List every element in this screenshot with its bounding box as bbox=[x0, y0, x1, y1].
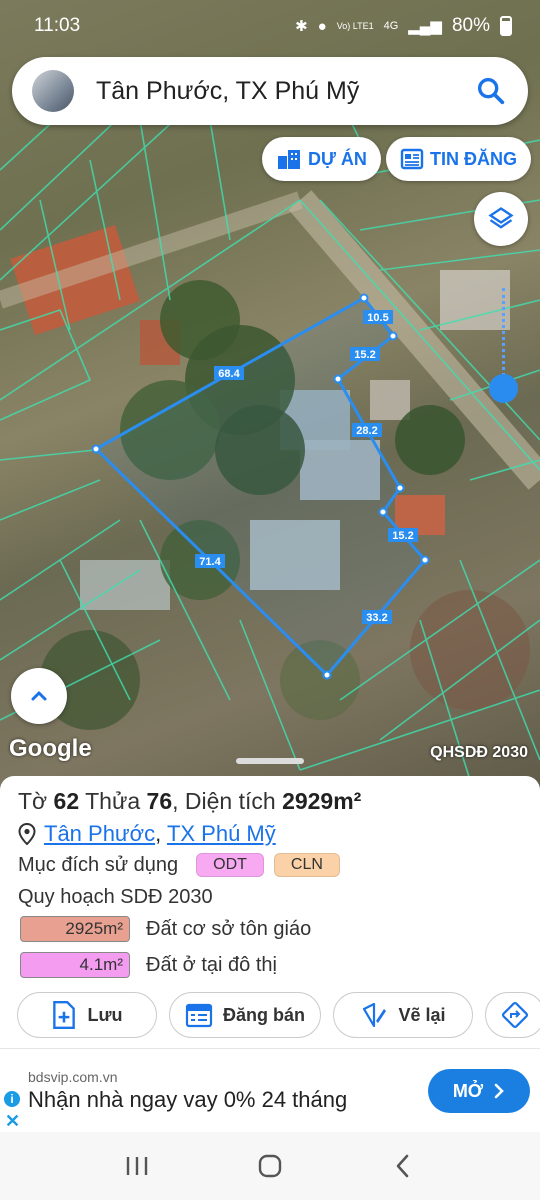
battery-icon bbox=[500, 16, 512, 36]
buildings-icon bbox=[278, 150, 300, 169]
layers-button[interactable] bbox=[474, 192, 528, 246]
save-label: Lưu bbox=[87, 1004, 123, 1025]
plan-area-row: 2925m² Đất cơ sở tôn giáo bbox=[20, 916, 311, 942]
layers-icon bbox=[488, 207, 514, 229]
save-button[interactable]: Lưu bbox=[17, 992, 157, 1038]
parcel-summary: Tờ 62 Thửa 76, Diện tích 2929m² bbox=[18, 788, 362, 814]
plan-area-row: 4.1m² Đất ở tại đô thị bbox=[20, 952, 277, 978]
volte-icon: Vo) LTE1 bbox=[336, 21, 374, 31]
edge-label: 33.2 bbox=[366, 612, 387, 624]
parcel-info-sheet: Tờ 62 Thửa 76, Diện tích 2929m² Tân Phướ… bbox=[0, 758, 540, 1048]
plan-area-desc: Đất ở tại đô thị bbox=[146, 953, 277, 976]
battery-percent: 80% bbox=[451, 15, 490, 36]
directions-button[interactable] bbox=[485, 992, 540, 1038]
redraw-label: Vẽ lại bbox=[398, 1004, 446, 1025]
projects-button[interactable]: DỰ ÁN bbox=[262, 137, 381, 181]
edge-label: 28.2 bbox=[356, 425, 377, 437]
town-link[interactable]: TX Phú Mỹ bbox=[167, 821, 276, 846]
search-icon[interactable] bbox=[474, 74, 508, 108]
draw-shape-icon bbox=[363, 1002, 387, 1028]
parcel-number: 76 bbox=[146, 788, 173, 814]
parcel-location: Tân Phước, TX Phú Mỹ bbox=[18, 821, 276, 847]
ad-open-label: MỞ bbox=[452, 1080, 484, 1101]
ad-info-icon[interactable]: i bbox=[4, 1091, 20, 1107]
sheet-number: 62 bbox=[53, 788, 80, 814]
expand-up-button[interactable] bbox=[11, 668, 67, 724]
ad-source: bdsvip.com.vn bbox=[28, 1069, 118, 1085]
edge-label: 15.2 bbox=[392, 530, 413, 542]
network-type-icon: 4G bbox=[383, 20, 399, 32]
action-bar: Lưu Đăng bán Vẽ lại bbox=[17, 992, 540, 1038]
projects-label: DỰ ÁN bbox=[308, 148, 367, 169]
chevron-up-icon bbox=[31, 691, 47, 701]
add-document-icon bbox=[53, 1000, 76, 1030]
back-icon bbox=[397, 1154, 409, 1178]
location-separator: , bbox=[155, 821, 162, 846]
edge-label: 68.4 bbox=[218, 368, 240, 380]
search-bar[interactable]: Tân Phước, TX Phú Mỹ bbox=[12, 57, 528, 125]
planning-layer-label: QHSDĐ 2030 bbox=[430, 744, 528, 761]
recent-apps-button[interactable] bbox=[117, 1146, 157, 1186]
listings-label: TIN ĐĂNG bbox=[430, 148, 517, 169]
location-thumbnail[interactable] bbox=[32, 70, 74, 112]
edge-label: 71.4 bbox=[199, 556, 221, 568]
sheet-label: Tờ bbox=[18, 788, 48, 814]
ad-headline[interactable]: Nhận nhà ngay vay 0% 24 tháng bbox=[28, 1087, 347, 1113]
system-nav-bar bbox=[0, 1132, 540, 1200]
land-use-tag[interactable]: ODT bbox=[196, 853, 264, 877]
edge-label: 10.5 bbox=[367, 312, 388, 324]
ad-open-button[interactable]: MỞ bbox=[428, 1069, 530, 1113]
edge-label: 15.2 bbox=[354, 349, 375, 361]
redraw-button[interactable]: Vẽ lại bbox=[333, 992, 473, 1038]
opacity-slider-handle[interactable] bbox=[489, 374, 518, 403]
bluetooth-icon: ✱ bbox=[295, 18, 308, 35]
sheet-drag-handle[interactable] bbox=[236, 758, 304, 764]
land-use-row: Mục đích sử dụng ODT CLN bbox=[18, 853, 340, 877]
location-icon: ● bbox=[317, 17, 327, 35]
search-title[interactable]: Tân Phước, TX Phú Mỹ bbox=[96, 77, 474, 106]
parcel-label: Thửa bbox=[85, 788, 141, 814]
plan-area-desc: Đất cơ sở tôn giáo bbox=[146, 917, 312, 940]
listings-button[interactable]: TIN ĐĂNG bbox=[386, 137, 531, 181]
google-logo: Google bbox=[9, 735, 92, 762]
area-label: Diện tích bbox=[184, 788, 276, 814]
ad-close-icon[interactable]: ✕ bbox=[5, 1111, 20, 1132]
back-button[interactable] bbox=[383, 1146, 423, 1186]
home-icon bbox=[258, 1154, 282, 1178]
ward-link[interactable]: Tân Phước bbox=[44, 821, 155, 846]
land-use-label: Mục đích sử dụng bbox=[18, 853, 179, 876]
newspaper-icon bbox=[400, 148, 424, 170]
land-use-tag[interactable]: CLN bbox=[273, 853, 340, 877]
plan-area-value: 2925m² bbox=[20, 916, 130, 942]
post-label: Đăng bán bbox=[222, 1004, 305, 1025]
post-for-sale-button[interactable]: Đăng bán bbox=[169, 992, 321, 1038]
signal-icon: ▂▄▆ bbox=[408, 18, 442, 35]
chevron-right-icon bbox=[494, 1083, 505, 1099]
home-button[interactable] bbox=[250, 1146, 290, 1186]
clock: 11:03 bbox=[34, 15, 81, 36]
opacity-slider-track[interactable] bbox=[502, 288, 505, 388]
plan-heading: Quy hoạch SDĐ 2030 bbox=[18, 886, 213, 908]
plan-area-value: 4.1m² bbox=[20, 952, 130, 978]
ad-banner[interactable]: bdsvip.com.vn i ✕ Nhận nhà ngay vay 0% 2… bbox=[0, 1048, 540, 1132]
area-value: 2929m² bbox=[282, 788, 362, 814]
directions-icon bbox=[502, 1002, 528, 1028]
recents-icon bbox=[126, 1157, 147, 1175]
map-pin-icon bbox=[18, 823, 36, 845]
status-bar: 11:03 ✱ ● Vo) LTE1 4G ▂▄▆ 80% bbox=[0, 0, 540, 52]
calendar-list-icon bbox=[185, 1003, 213, 1028]
